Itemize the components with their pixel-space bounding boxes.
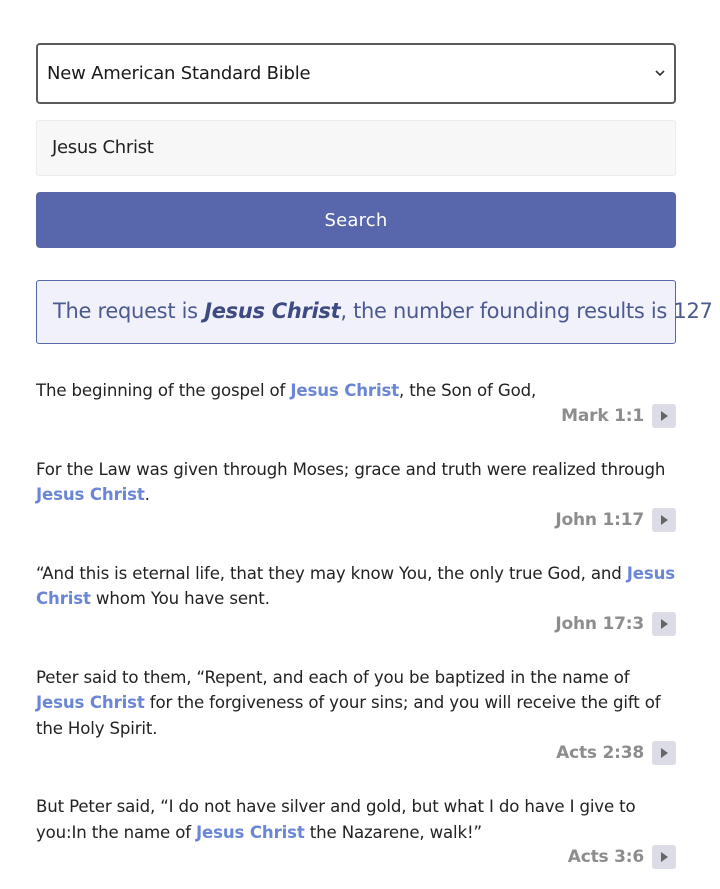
verse-text-before: Peter said to them, “Repent, and each of… — [36, 667, 630, 687]
play-button[interactable] — [652, 507, 676, 532]
verse-reference[interactable]: Mark 1:1 — [561, 406, 644, 426]
verse-highlight: Jesus Christ — [36, 485, 145, 504]
summary-suffix: , the number founding results is 127 — [340, 299, 713, 323]
play-button[interactable] — [652, 611, 676, 636]
verse-ref-row: Acts 2:38 — [36, 740, 676, 766]
play-button[interactable] — [652, 741, 676, 765]
verse-item: The beginning of the gospel of Jesus Chr… — [36, 378, 676, 429]
summary-prefix: The request is — [53, 299, 205, 323]
page: New American Standard Bible Jesus Christ… — [36, 0, 713, 870]
play-icon — [661, 852, 668, 862]
verse-reference[interactable]: John 1:17 — [555, 510, 644, 530]
result-summary-text: The request is Jesus Christ, the number … — [53, 299, 713, 323]
verse-ref-row: Mark 1:1 — [36, 403, 676, 429]
play-button[interactable] — [652, 403, 676, 428]
play-button[interactable] — [652, 845, 676, 869]
result-summary: The request is Jesus Christ, the number … — [36, 280, 713, 344]
verse-text: “And this is eternal life, that they may… — [36, 561, 676, 612]
summary-query: Jesus Christ — [204, 299, 341, 323]
play-icon — [661, 618, 668, 629]
verse-text: The beginning of the gospel of Jesus Chr… — [36, 378, 676, 404]
search-button[interactable]: Search — [36, 192, 676, 248]
verse-item: “And this is eternal life, that they may… — [36, 561, 676, 637]
verse-text: But Peter said, “I do not have silver an… — [36, 794, 676, 845]
play-icon — [661, 410, 668, 421]
bible-version-select[interactable]: New American Standard Bible — [36, 43, 676, 104]
verse-item: For the Law was given through Moses; gra… — [36, 457, 676, 533]
verse-highlight: Jesus Christ — [290, 381, 400, 400]
search-input-value: Jesus Christ — [52, 137, 154, 158]
verse-text-before: For the Law was given through Moses; gra… — [36, 459, 666, 479]
verse-ref-row: John 17:3 — [36, 611, 676, 637]
verse-text-after: , the Son of God, — [399, 381, 537, 400]
verse-text-before: The beginning of the gospel of — [36, 381, 291, 400]
verse-reference[interactable]: Acts 2:38 — [556, 743, 644, 763]
verse-text-before: “And this is eternal life, that they may… — [36, 563, 627, 583]
verse-text-after: the Nazarene, walk!” — [304, 822, 482, 842]
play-icon — [661, 514, 668, 525]
verse-item: But Peter said, “I do not have silver an… — [36, 794, 676, 870]
verse-reference[interactable]: John 17:3 — [555, 614, 644, 634]
verse-text: Peter said to them, “Repent, and each of… — [36, 665, 676, 742]
verse-ref-row: John 1:17 — [36, 507, 676, 533]
verse-item: Peter said to them, “Repent, and each of… — [36, 665, 676, 767]
verse-text-after: whom You have sent. — [90, 589, 270, 608]
verse-highlight: Jesus Christ — [36, 693, 145, 712]
results-list: The beginning of the gospel of Jesus Chr… — [36, 378, 676, 870]
verse-reference[interactable]: Acts 3:6 — [568, 847, 644, 867]
search-input[interactable]: Jesus Christ — [36, 120, 676, 176]
play-icon — [661, 748, 668, 758]
chevron-down-icon — [655, 70, 665, 77]
bible-version-value: New American Standard Bible — [47, 63, 311, 84]
verse-text-after: . — [144, 485, 150, 504]
verse-ref-row: Acts 3:6 — [36, 844, 676, 870]
verse-highlight: Jesus Christ — [196, 822, 305, 842]
verse-text: For the Law was given through Moses; gra… — [36, 457, 676, 508]
